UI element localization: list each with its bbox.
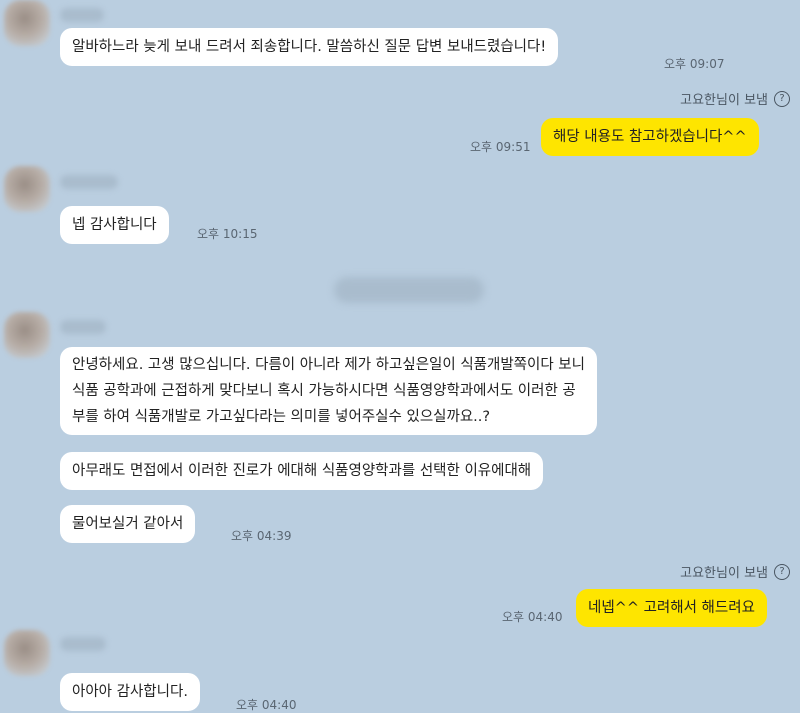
message-time: 오후 04:40 [236,698,297,712]
message-time: 오후 09:07 [664,57,725,71]
message-text: 알바하느라 늦게 보내 드려서 죄송합니다. 말씀하신 질문 답변 보내드렸습니… [72,39,547,55]
sender-name [60,637,106,651]
sent-by-label: 고요한님이 보냄 ? [680,562,790,581]
message-bubble[interactable]: 알바하느라 늦게 보내 드려서 죄송합니다. 말씀하신 질문 답변 보내드렸습니… [60,28,559,66]
avatar[interactable] [4,0,50,46]
message-bubble[interactable]: 물어보실거 같아서 [60,505,196,543]
message-bubble[interactable]: 안녕하세요. 고생 많으십니다. 다름이 아니라 제가 하고싶은일이 식품개발쪽… [60,347,597,435]
message-text: 넵 감사합니다 [72,217,157,233]
message-bubble[interactable]: 아무래도 면접에서 이러한 진로가 에대해 식품영양학과를 선택한 이유에대해 [60,452,544,490]
message-text: 해당 내용도 참고하겠습니다^^ [553,129,747,145]
sender-name [60,320,106,334]
sent-by-label: 고요한님이 보냄 ? [680,89,790,108]
avatar[interactable] [4,630,50,676]
sent-by-text: 고요한님이 보냄 [680,93,768,108]
message-line: 식품 공학과에 근접하게 맞다보니 혹시 가능하시다면 식품영양학과에서도 이러… [72,383,576,399]
message-bubble[interactable]: 네넵^^ 고려해서 해드려요 [576,589,767,627]
message-bubble[interactable]: 넵 감사합니다 [60,206,169,244]
message-time: 오후 04:39 [231,529,292,543]
message-bubble[interactable]: 해당 내용도 참고하겠습니다^^ [541,118,759,156]
message-time: 오후 09:51 [470,140,531,154]
message-text: 아아아 감사합니다. [72,684,188,700]
message-bubble[interactable]: 아아아 감사합니다. [60,673,200,711]
message-text: 물어보실거 같아서 [72,516,184,532]
question-circle-icon[interactable]: ? [774,563,790,580]
date-divider [334,277,484,303]
message-text: 네넵^^ 고려해서 해드려요 [588,600,755,616]
message-text: 아무래도 면접에서 이러한 진로가 에대해 식품영양학과를 선택한 이유에대해 [72,463,532,479]
avatar[interactable] [4,312,50,358]
avatar[interactable] [4,166,50,212]
question-circle-icon[interactable]: ? [774,90,790,107]
message-line: 안녕하세요. 고생 많으십니다. 다름이 아니라 제가 하고싶은일이 식품개발쪽… [72,357,585,373]
message-line: 부를 하여 식품개발로 가고싶다라는 의미를 넣어주실수 있으실까요..? [72,409,491,425]
sender-name [60,8,104,22]
message-time: 오후 10:15 [197,227,258,241]
sender-name [60,175,118,189]
sent-by-text: 고요한님이 보냄 [680,566,768,581]
message-time: 오후 04:40 [502,610,563,624]
